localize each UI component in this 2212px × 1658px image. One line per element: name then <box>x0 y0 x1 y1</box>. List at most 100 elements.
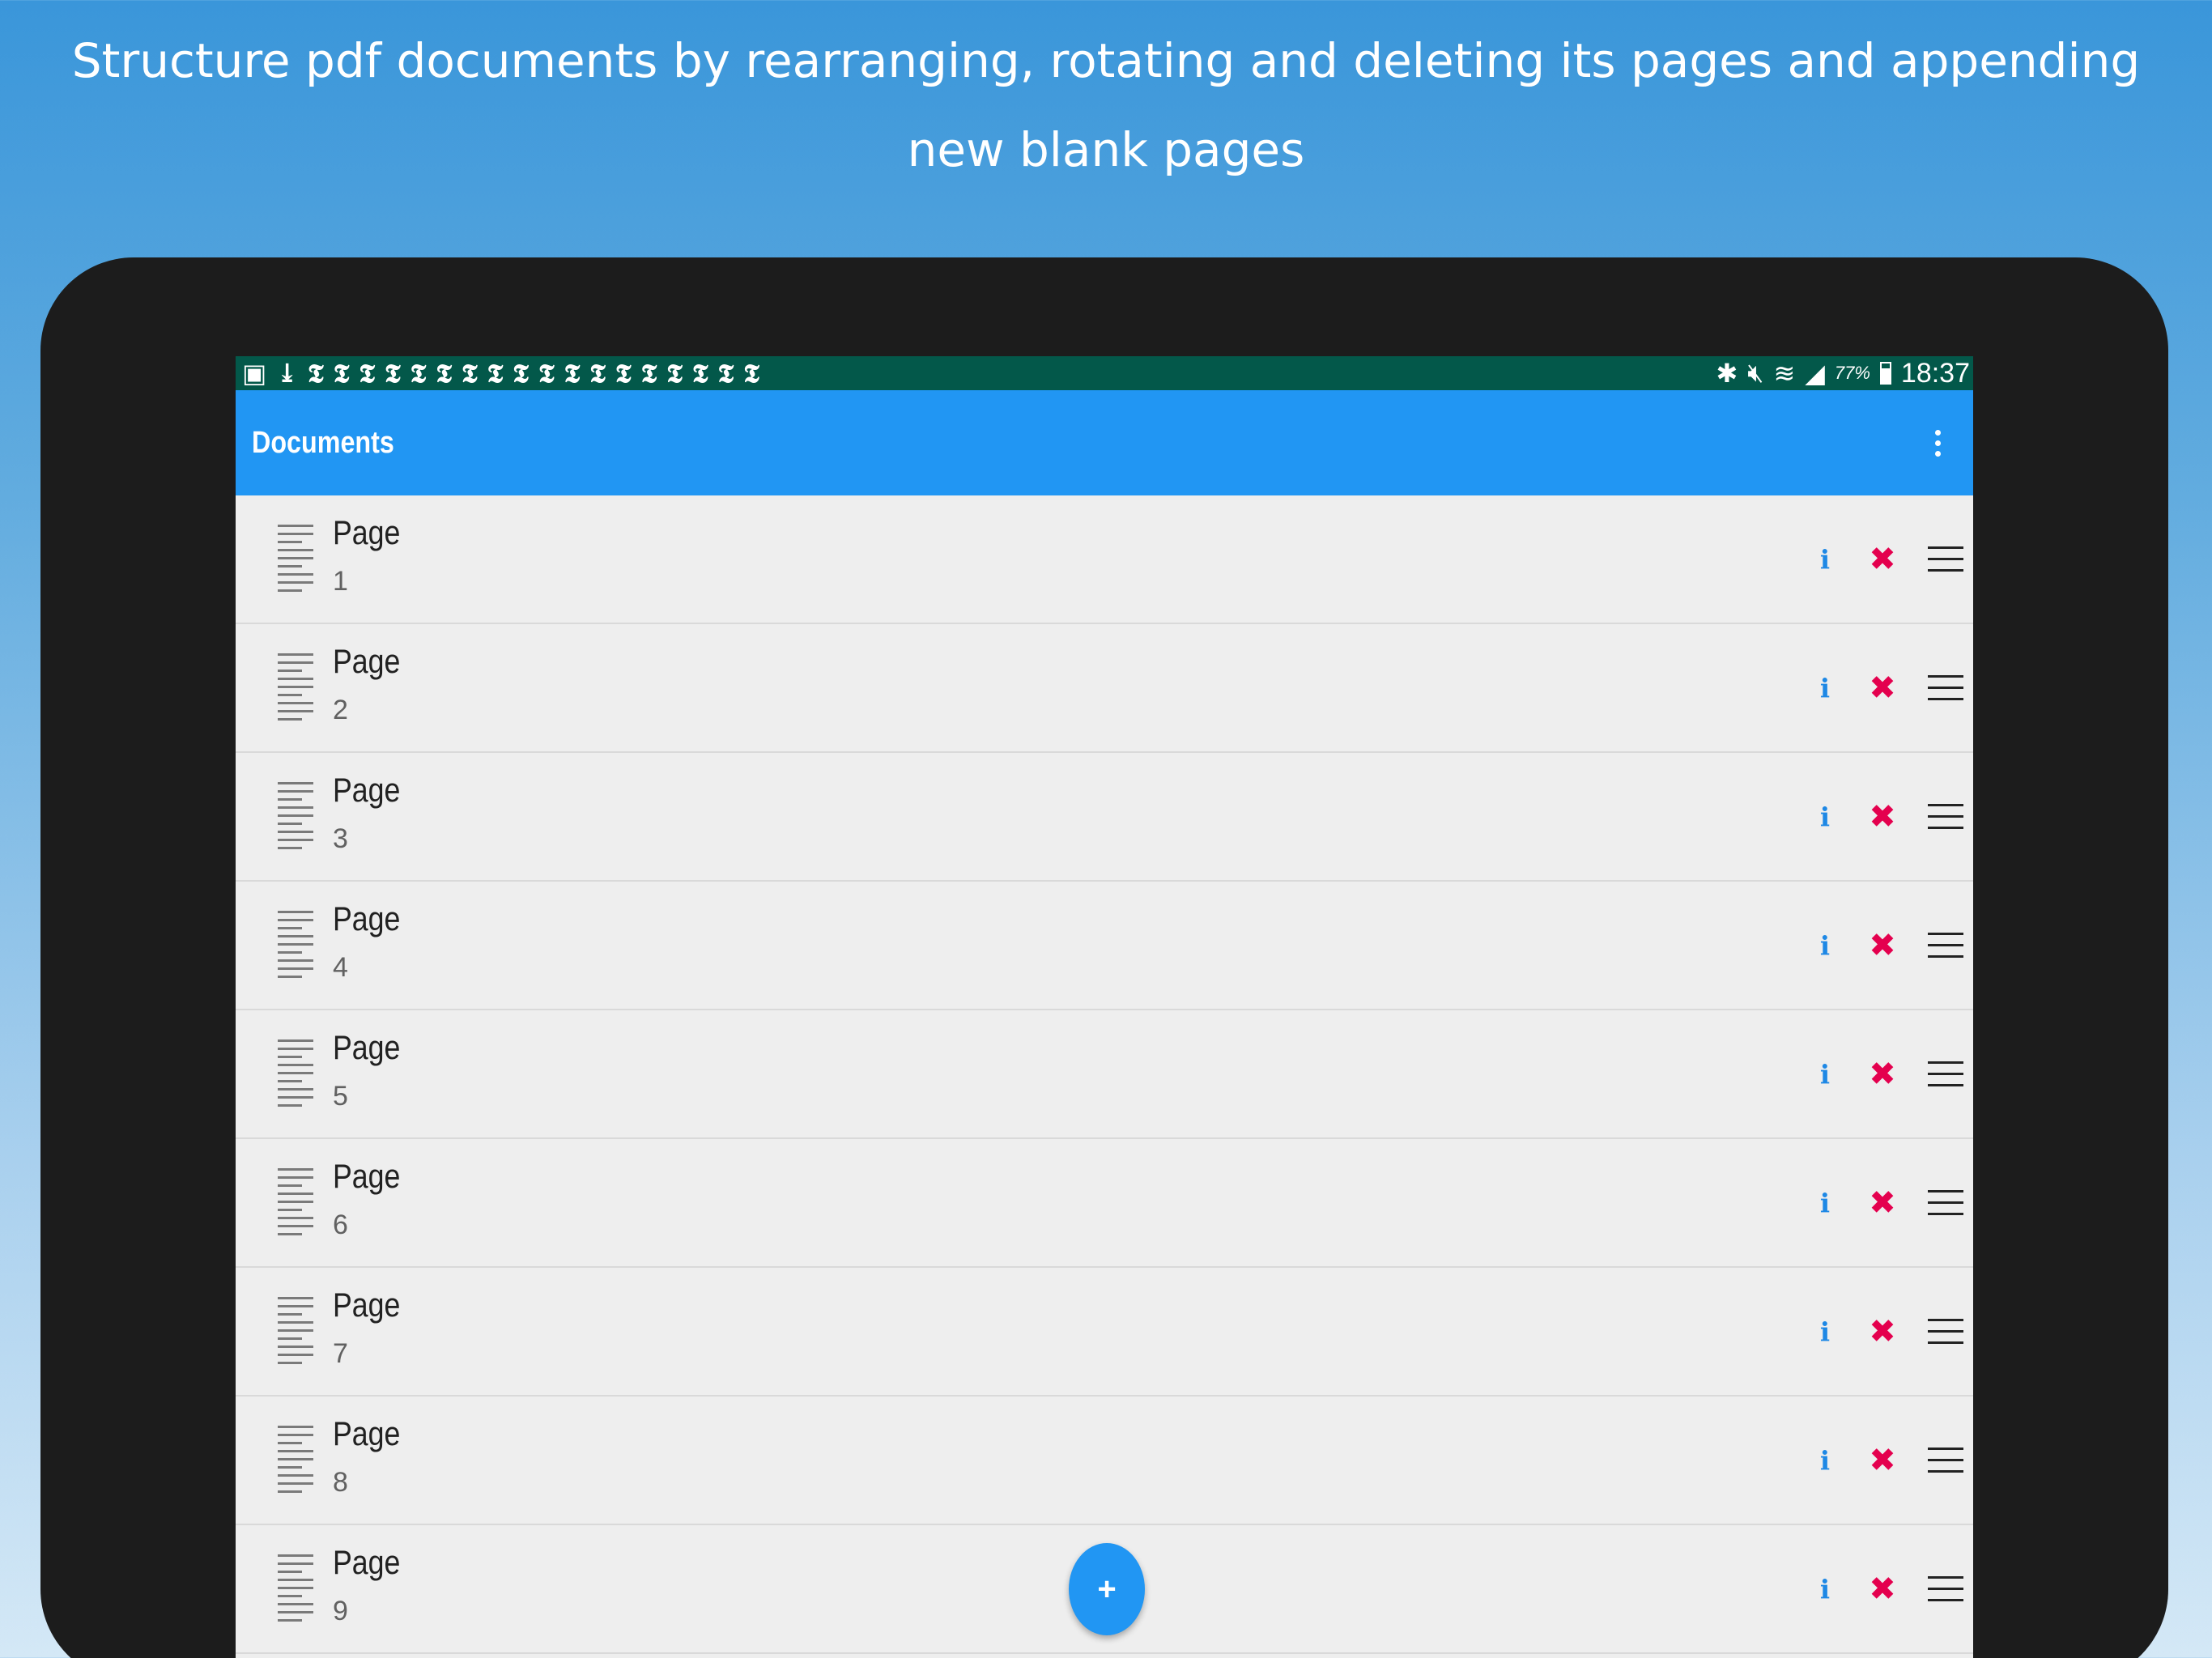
page-number: 4 <box>333 952 348 983</box>
page-row[interactable]: Page 5 i ✖ <box>236 1010 1973 1139</box>
delete-icon[interactable]: ✖ <box>1866 1442 1899 1479</box>
info-icon[interactable]: i <box>1813 1574 1837 1605</box>
page-row[interactable]: Page 7 i ✖ <box>236 1268 1973 1397</box>
info-icon[interactable]: i <box>1813 1445 1837 1476</box>
delete-icon[interactable]: ✖ <box>1866 798 1899 835</box>
bluetooth-icon: ✱ <box>1716 359 1738 388</box>
page-thumbnail <box>278 1162 317 1243</box>
page-title: Page <box>333 1028 401 1066</box>
page-thumbnail <box>278 1548 317 1629</box>
nyt-icon: 𝕿 <box>513 357 529 389</box>
page-title: Page <box>333 1414 401 1452</box>
info-icon[interactable]: i <box>1813 1316 1837 1347</box>
nyt-icon: 𝕿 <box>333 357 350 389</box>
info-icon[interactable]: i <box>1813 801 1837 832</box>
info-icon[interactable]: i <box>1813 1188 1837 1218</box>
page-thumbnail <box>278 647 317 728</box>
nyt-icon: 𝕿 <box>691 357 708 389</box>
delete-icon[interactable]: ✖ <box>1866 1571 1899 1608</box>
page-label: Page 8 <box>333 1413 412 1499</box>
signal-icon: ◢ <box>1805 359 1825 388</box>
mute-icon: 🔇︎ <box>1747 358 1764 387</box>
drag-handle-icon[interactable] <box>1928 804 1963 829</box>
row-actions: i ✖ <box>1813 1010 1963 1137</box>
page-title: Page <box>333 1286 401 1324</box>
page-label: Page 2 <box>333 640 412 726</box>
drag-handle-icon[interactable] <box>1928 1190 1963 1215</box>
nyt-icon: 𝕿 <box>564 357 581 389</box>
drag-handle-icon[interactable] <box>1928 675 1963 700</box>
headline: Structure pdf documents by rearranging, … <box>71 33 2141 177</box>
delete-icon[interactable]: ✖ <box>1866 1184 1899 1222</box>
page-number: 7 <box>333 1338 348 1369</box>
nyt-icon: 𝕿 <box>461 357 478 389</box>
info-icon[interactable]: i <box>1813 673 1837 704</box>
drag-handle-icon[interactable] <box>1928 1448 1963 1473</box>
page-number: 8 <box>333 1467 348 1498</box>
delete-icon[interactable]: ✖ <box>1866 1056 1899 1093</box>
page-number: 2 <box>333 695 348 725</box>
nyt-icon: 𝕿 <box>359 357 376 389</box>
info-icon[interactable]: i <box>1813 930 1837 961</box>
nyt-icon: 𝕿 <box>385 357 401 389</box>
battery-percent: 77% <box>1834 363 1870 383</box>
system-icons: ✱ 🔇︎ ≋ ◢ 77% 18:37 <box>1716 358 1970 389</box>
nyt-icon: 𝕿 <box>308 357 324 389</box>
drag-handle-icon[interactable] <box>1928 546 1963 572</box>
app-title: Documents <box>252 425 394 460</box>
nyt-icon: 𝕿 <box>487 357 504 389</box>
row-actions: i ✖ <box>1813 1139 1963 1266</box>
battery-fill <box>1881 368 1890 383</box>
nyt-icon: 𝕿 <box>589 357 606 389</box>
row-actions: i ✖ <box>1813 1268 1963 1395</box>
page-title: Page <box>333 1157 401 1195</box>
page-row[interactable]: Page 6 i ✖ <box>236 1139 1973 1268</box>
row-actions: i ✖ <box>1813 753 1963 880</box>
info-icon[interactable]: i <box>1813 544 1837 575</box>
add-page-button[interactable]: + <box>1069 1543 1145 1635</box>
battery-icon <box>1879 362 1891 385</box>
page-row[interactable]: Page 8 i ✖ <box>236 1397 1973 1525</box>
page-number: 6 <box>333 1209 348 1240</box>
nyt-icon: 𝕿 <box>640 357 657 389</box>
overflow-menu-icon[interactable] <box>1928 429 1947 457</box>
info-icon[interactable]: i <box>1813 1059 1837 1090</box>
page-title: Page <box>333 899 401 937</box>
page-thumbnail <box>278 1290 317 1371</box>
page-list: Page 1 i ✖ Page 2 i ✖ Page 3 i ✖ Page 4 i ✖ Page 5 i ✖ Page 6… <box>236 495 1973 1654</box>
nyt-icon: 𝕿 <box>717 357 734 389</box>
row-actions: i ✖ <box>1813 1397 1963 1524</box>
delete-icon[interactable]: ✖ <box>1866 1313 1899 1350</box>
delete-icon[interactable]: ✖ <box>1866 541 1899 578</box>
drag-handle-icon[interactable] <box>1928 933 1963 958</box>
row-actions: i ✖ <box>1813 624 1963 751</box>
page-thumbnail <box>278 904 317 985</box>
page-row[interactable]: Page 3 i ✖ <box>236 753 1973 882</box>
page-label: Page 3 <box>333 769 412 855</box>
drag-handle-icon[interactable] <box>1928 1061 1963 1086</box>
page-row[interactable]: Page 1 i ✖ <box>236 495 1973 624</box>
app-bar: Documents <box>236 390 1973 495</box>
nyt-icon: 𝕿 <box>436 357 452 389</box>
row-actions: i ✖ <box>1813 495 1963 623</box>
page-thumbnail <box>278 776 317 857</box>
clock: 18:37 <box>1900 357 1970 389</box>
page-label: Page 7 <box>333 1284 412 1370</box>
page-thumbnail <box>278 1033 317 1114</box>
delete-icon[interactable]: ✖ <box>1866 670 1899 707</box>
nyt-icon: 𝕿 <box>615 357 632 389</box>
page-row[interactable]: Page 2 i ✖ <box>236 624 1973 753</box>
page-row[interactable]: Page 4 i ✖ <box>236 882 1973 1010</box>
page-title: Page <box>333 513 401 551</box>
page-number: 5 <box>333 1081 348 1112</box>
page-number: 3 <box>333 823 348 854</box>
drag-handle-icon[interactable] <box>1928 1319 1963 1344</box>
page-number: 9 <box>333 1596 348 1626</box>
wifi-icon: ≋ <box>1773 359 1796 388</box>
delete-icon[interactable]: ✖ <box>1866 927 1899 964</box>
page-thumbnail <box>278 518 317 599</box>
drag-handle-icon[interactable] <box>1928 1576 1963 1601</box>
page-label: Page 9 <box>333 1541 412 1627</box>
page-title: Page <box>333 1543 401 1581</box>
nyt-icon: 𝕿 <box>743 357 759 389</box>
